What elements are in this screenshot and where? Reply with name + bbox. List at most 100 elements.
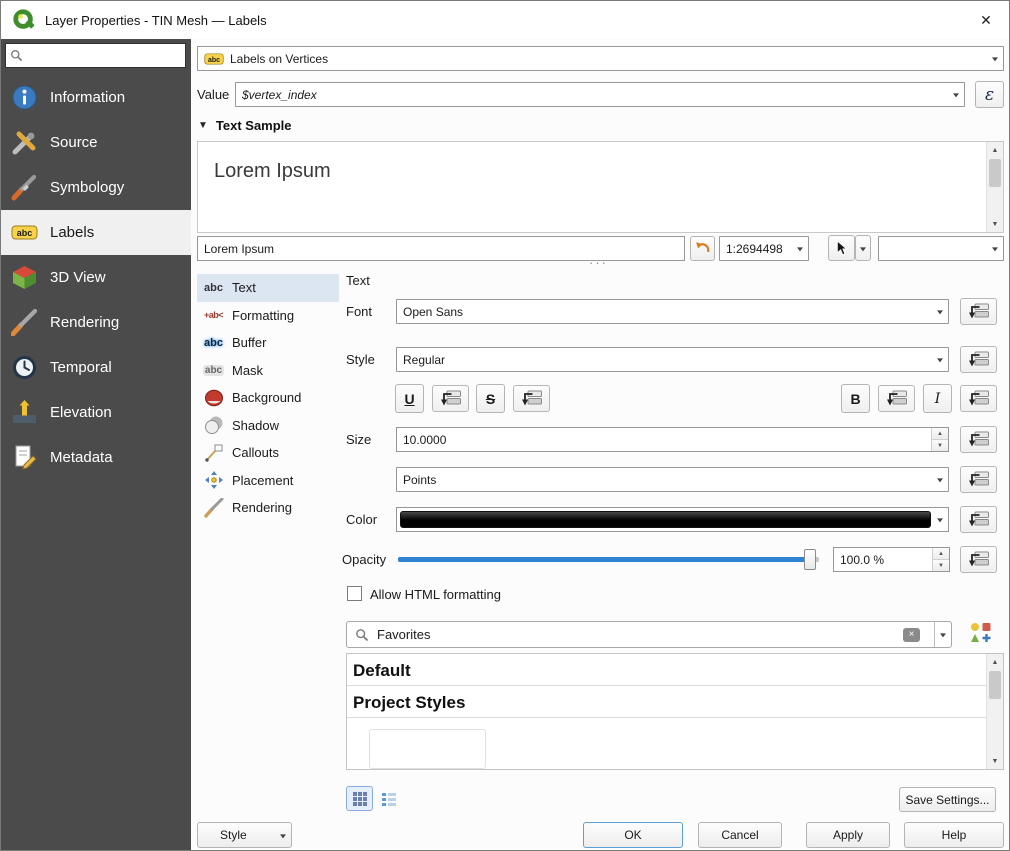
italic-override-button[interactable] (960, 385, 997, 412)
color-override-button[interactable] (960, 506, 997, 533)
chevron-down-icon (855, 236, 872, 260)
value-expression-combo[interactable]: $vertex_index (235, 82, 965, 107)
help-button[interactable]: Help (904, 822, 1004, 848)
chevron-down-icon[interactable] (934, 622, 951, 647)
chevron-down-icon (986, 237, 1003, 260)
sidebar-search[interactable] (5, 43, 186, 68)
styles-scrollbar[interactable]: ▲ ▼ (986, 654, 1003, 769)
clear-icon[interactable]: × (903, 628, 920, 642)
size-spinbox[interactable]: 10.0000 ▲▼ (396, 427, 949, 452)
units-override-button[interactable] (960, 466, 997, 493)
ok-button[interactable]: OK (583, 822, 683, 848)
close-button[interactable]: ✕ (963, 1, 1009, 39)
svg-text:abc: abc (17, 228, 33, 238)
tab-buffer[interactable]: abc Buffer (197, 329, 339, 357)
spin-up-icon[interactable]: ▲ (932, 428, 948, 439)
label-mode-combo[interactable]: abc Labels on Vertices (197, 46, 1004, 71)
font-override-button[interactable] (960, 298, 997, 325)
style-menu-button[interactable]: Style (197, 822, 292, 848)
data-defined-override-icon (967, 471, 990, 488)
spin-up-icon[interactable]: ▲ (933, 548, 949, 559)
data-defined-override-icon (967, 551, 990, 568)
sidebar-item-label: Elevation (50, 404, 112, 421)
underline-button[interactable]: U (395, 384, 424, 413)
font-label: Font (346, 304, 372, 319)
icon-view-button[interactable] (346, 786, 373, 811)
italic-button[interactable]: I (923, 384, 952, 413)
allow-html-checkbox[interactable] (347, 586, 362, 601)
bold-button[interactable]: B (841, 384, 870, 413)
formatting-icon: +ab< (203, 305, 224, 325)
expression-builder-button[interactable]: ε (975, 81, 1004, 108)
sidebar-item-source[interactable]: Source (1, 120, 191, 165)
sidebar-search-input[interactable] (27, 49, 185, 63)
strikethrough-button[interactable]: S (476, 384, 505, 413)
save-settings-button[interactable]: Save Settings... (899, 787, 996, 812)
color-button[interactable] (396, 507, 949, 532)
spin-down-icon[interactable]: ▼ (932, 439, 948, 451)
preview-scrollbar[interactable]: ▲ ▼ (986, 142, 1003, 232)
opacity-slider[interactable] (396, 547, 823, 572)
style-filter-box[interactable]: Favorites × (346, 621, 952, 648)
scroll-down-icon[interactable]: ▼ (987, 753, 1003, 769)
sidebar-item-label: Source (50, 134, 98, 151)
sidebar-item-3d-view[interactable]: 3D View (1, 255, 191, 300)
tab-background[interactable]: Background (197, 384, 339, 412)
sidebar-item-temporal[interactable]: Temporal (1, 345, 191, 390)
sidebar-item-elevation[interactable]: Elevation (1, 390, 191, 435)
scroll-down-icon[interactable]: ▼ (987, 216, 1003, 232)
tab-label: Text (232, 280, 256, 295)
list-view-button[interactable] (375, 786, 402, 811)
tab-formatting[interactable]: +ab< Formatting (197, 302, 339, 330)
symbology-icon (11, 174, 38, 201)
styles-heading-project: Project Styles (347, 686, 986, 717)
opacity-override-button[interactable] (960, 546, 997, 573)
size-override-button[interactable] (960, 426, 997, 453)
data-defined-override-icon (885, 390, 908, 407)
font-combo[interactable]: Open Sans (396, 299, 949, 324)
preview-background-combo[interactable] (878, 236, 1004, 261)
strikethrough-override-button[interactable] (513, 385, 550, 412)
style-manager-button[interactable] (965, 621, 997, 648)
cursor-icon (835, 240, 848, 257)
scroll-thumb[interactable] (989, 159, 1001, 187)
style-thumbnail[interactable] (369, 729, 486, 769)
spin-down-icon[interactable]: ▼ (933, 559, 949, 571)
splitter-handle[interactable]: ··· (589, 259, 608, 267)
opacity-spinbox[interactable]: 100.0 % ▲▼ (833, 547, 950, 572)
slider-handle[interactable] (804, 549, 816, 570)
tab-callouts[interactable]: Callouts (197, 439, 339, 467)
tab-text[interactable]: abc Text (197, 274, 339, 302)
scale-combo[interactable]: 1:2694498 (719, 236, 809, 261)
tab-rendering[interactable]: Rendering (197, 494, 339, 522)
chevron-down-icon (947, 83, 964, 106)
map-canvas-scale-button[interactable] (828, 235, 855, 261)
styles-heading-default: Default (347, 654, 986, 685)
sidebar-item-metadata[interactable]: Metadata (1, 435, 191, 480)
scroll-thumb[interactable] (989, 671, 1001, 699)
reset-sample-button[interactable] (690, 236, 715, 261)
cancel-button[interactable]: Cancel (698, 822, 782, 848)
sample-text-input[interactable] (197, 236, 685, 261)
tab-shadow[interactable]: Shadow (197, 412, 339, 440)
scroll-up-icon[interactable]: ▲ (987, 142, 1003, 158)
sidebar-item-information[interactable]: Information (1, 75, 191, 120)
tab-mask[interactable]: abc Mask (197, 357, 339, 385)
underline-override-button[interactable] (432, 385, 469, 412)
sidebar-item-labels[interactable]: abc Labels (1, 210, 191, 255)
background-icon (203, 388, 224, 408)
style-override-button[interactable] (960, 346, 997, 373)
size-units-combo[interactable]: Points (396, 467, 949, 492)
style-combo[interactable]: Regular (396, 347, 949, 372)
scale-tool-dropdown-button[interactable] (855, 235, 871, 261)
bold-override-button[interactable] (878, 385, 915, 412)
sidebar-item-symbology[interactable]: Symbology (1, 165, 191, 210)
value-label: Value (197, 87, 229, 102)
sidebar-item-rendering[interactable]: Rendering (1, 300, 191, 345)
svg-text:abc: abc (208, 56, 220, 63)
apply-button[interactable]: Apply (806, 822, 890, 848)
sidebar-item-label: Rendering (50, 314, 119, 331)
tab-placement[interactable]: Placement (197, 467, 339, 495)
text-sample-section-header[interactable]: ▼ Text Sample (198, 118, 292, 133)
scroll-up-icon[interactable]: ▲ (987, 654, 1003, 670)
